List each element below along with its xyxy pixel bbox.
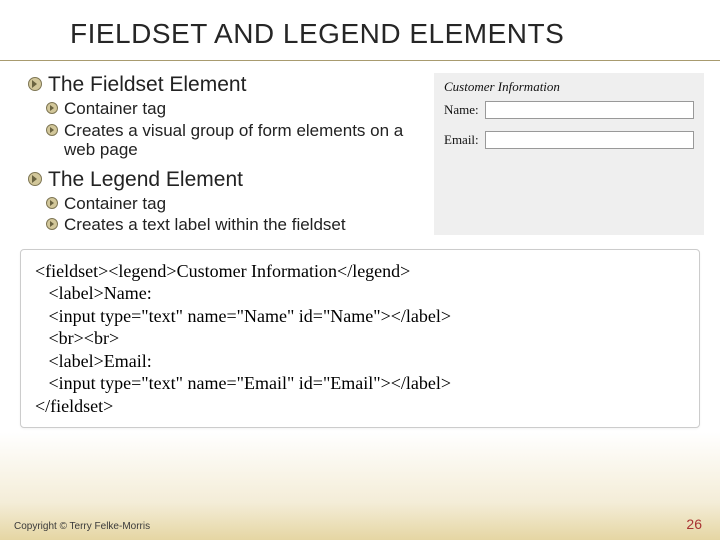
bullet-icon: [46, 197, 58, 209]
example-label: Name:: [444, 102, 479, 118]
name-input[interactable]: [485, 101, 694, 119]
fieldset-example: Customer Information Name: Email:: [434, 73, 704, 235]
example-row-email: Email:: [444, 131, 694, 149]
content-area: The Fieldset Element Container tag Creat…: [0, 69, 720, 235]
bullet-heading-1: The Fieldset Element: [28, 73, 422, 97]
bullet-column: The Fieldset Element Container tag Creat…: [28, 69, 422, 235]
heading-text: The Legend Element: [48, 168, 243, 192]
page-number: 26: [686, 516, 702, 532]
page-title: FIELDSET AND LEGEND ELEMENTS: [0, 0, 720, 61]
example-label: Email:: [444, 132, 479, 148]
bullet-icon: [46, 218, 58, 230]
bullet-icon: [28, 172, 42, 186]
email-input[interactable]: [485, 131, 694, 149]
code-block: <fieldset><legend>Customer Information</…: [20, 249, 700, 429]
heading-text: The Fieldset Element: [48, 73, 246, 97]
bullet-text: Creates a visual group of form elements …: [64, 121, 422, 160]
sub-bullet: Container tag: [46, 194, 422, 214]
bullet-text: Container tag: [64, 99, 166, 119]
bullet-icon: [46, 102, 58, 114]
sub-bullet: Creates a visual group of form elements …: [46, 121, 422, 160]
bullet-text: Creates a text label within the fieldset: [64, 215, 346, 235]
bullet-text: Container tag: [64, 194, 166, 214]
bullet-icon: [28, 77, 42, 91]
copyright-footer: Copyright © Terry Felke-Morris: [14, 521, 150, 532]
slide: FIELDSET AND LEGEND ELEMENTS The Fieldse…: [0, 0, 720, 540]
sub-bullet: Creates a text label within the fieldset: [46, 215, 422, 235]
example-legend: Customer Information: [444, 79, 694, 95]
sub-bullet: Container tag: [46, 99, 422, 119]
example-row-name: Name:: [444, 101, 694, 119]
bullet-heading-2: The Legend Element: [28, 168, 422, 192]
bullet-icon: [46, 124, 58, 136]
